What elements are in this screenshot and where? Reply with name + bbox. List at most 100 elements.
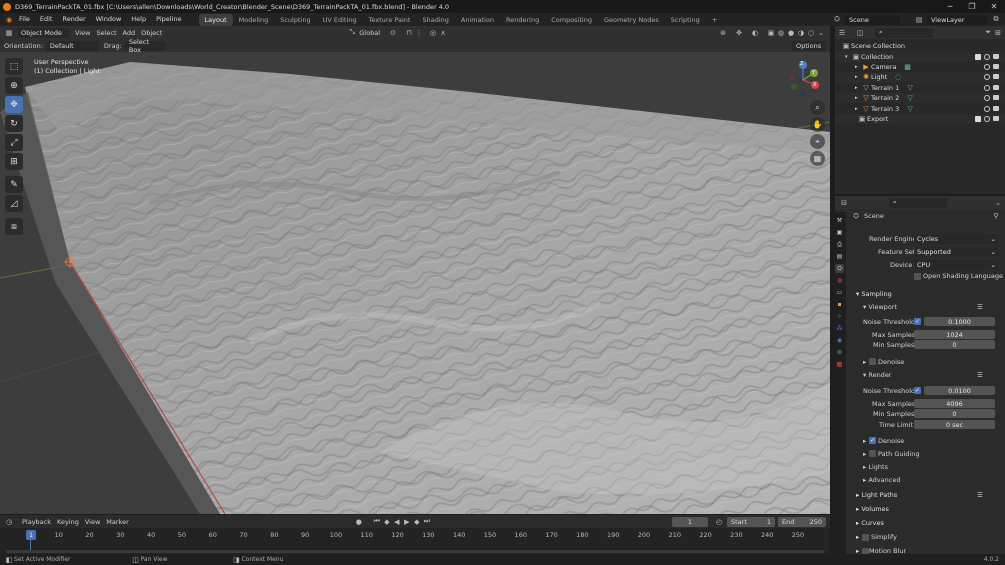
editor-type-icon[interactable]: ▦ xyxy=(4,28,14,38)
exclude-checkbox[interactable] xyxy=(975,53,981,60)
pan-hand-icon[interactable]: ✋ xyxy=(810,117,825,132)
tab-rendering[interactable]: Rendering xyxy=(500,14,545,26)
playhead[interactable]: 1 xyxy=(26,530,36,540)
light-paths-section-header[interactable]: ▸ Light Paths xyxy=(856,491,897,499)
menu-select[interactable]: Select xyxy=(96,29,116,37)
eye-icon[interactable] xyxy=(984,115,990,122)
viewport-denoise-checkbox[interactable] xyxy=(869,358,876,365)
tab-uv-editing[interactable]: UV Editing xyxy=(317,14,363,26)
eye-icon[interactable] xyxy=(984,105,990,112)
lights-subsection-header[interactable]: ▸ Lights xyxy=(863,463,888,471)
view-layer-options-icon[interactable]: ⧉ xyxy=(991,15,1001,25)
osl-checkbox[interactable] xyxy=(914,273,921,280)
render-camera-icon[interactable] xyxy=(993,63,999,69)
eye-icon[interactable] xyxy=(984,53,990,60)
advanced-subsection-header[interactable]: ▸ Advanced xyxy=(863,476,900,484)
play-icon[interactable]: ▶ xyxy=(402,517,412,527)
render-noise-threshold-checkbox[interactable]: ✓ xyxy=(914,387,921,394)
menu-view[interactable]: View xyxy=(75,29,90,37)
jump-start-icon[interactable]: ⏮ xyxy=(372,517,382,527)
eye-icon[interactable] xyxy=(984,84,990,91)
snap-icon[interactable]: ⊓ xyxy=(404,28,414,38)
outliner-row-collection[interactable]: ▾ ▣ Collection xyxy=(835,51,1005,62)
display-mode-icon[interactable]: ◫ xyxy=(855,28,865,38)
presets-list-icon[interactable]: ☰ xyxy=(977,371,983,379)
rotate-icon[interactable]: ↻ xyxy=(5,115,23,132)
measure-icon[interactable]: ◿ xyxy=(5,195,23,212)
render-min-samples-field[interactable]: 0 xyxy=(914,409,995,418)
world-tab-icon[interactable]: ◍ xyxy=(835,276,844,285)
ortho-grid-icon[interactable]: ▦ xyxy=(810,151,825,166)
view-layer-selector[interactable]: ViewLayer xyxy=(927,14,987,25)
add-workspace-button[interactable]: + xyxy=(706,14,723,26)
shading-rendered-icon[interactable]: ○ xyxy=(806,28,816,38)
output-tab-icon[interactable]: ⎙ xyxy=(835,240,844,249)
render-denoise-row[interactable]: ▸ xyxy=(863,437,866,445)
render-engine-dropdown[interactable]: Cycles ⌄ xyxy=(914,234,999,244)
render-tab-icon[interactable]: ▣ xyxy=(835,228,844,237)
visibility-icon[interactable]: ⊛ xyxy=(718,28,728,38)
transform-orientation[interactable]: Global xyxy=(359,29,380,37)
filter-icon[interactable]: ⏷ xyxy=(983,28,993,38)
tab-texture-paint[interactable]: Texture Paint xyxy=(363,14,417,26)
current-frame-field[interactable]: 1 xyxy=(672,516,708,527)
device-dropdown[interactable]: CPU ⌄ xyxy=(914,260,999,270)
outliner-row-terrain-2[interactable]: ▸ ▽ Terrain 2 ▽ xyxy=(835,92,1005,104)
exclude-checkbox[interactable] xyxy=(975,115,981,122)
3d-viewport[interactable]: User Perspective (1) Collection | Light … xyxy=(0,52,830,514)
menu-object[interactable]: Object xyxy=(141,29,162,37)
tab-scripting[interactable]: Scripting xyxy=(665,14,706,26)
timeline-keying-menu[interactable]: Keying xyxy=(57,518,79,526)
render-camera-icon[interactable] xyxy=(993,115,999,121)
cursor-icon[interactable]: ⊕ xyxy=(5,77,23,94)
tab-layout[interactable]: Layout xyxy=(198,13,233,26)
curves-section-header[interactable]: ▸ Curves xyxy=(856,519,884,527)
orientation-selector[interactable]: Default xyxy=(45,40,98,51)
simplify-section-header[interactable]: ▸ xyxy=(856,533,859,541)
clock-icon[interactable]: ◴ xyxy=(714,517,724,527)
object-tab-icon[interactable]: ▪ xyxy=(835,300,844,309)
viewport-max-samples-field[interactable]: 1024 xyxy=(914,330,995,339)
eye-icon[interactable] xyxy=(984,74,990,81)
start-frame-field[interactable]: Start 1 xyxy=(727,516,775,527)
move-icon[interactable]: ✥ xyxy=(5,96,23,113)
shading-options-icon[interactable]: ⌄ xyxy=(816,28,826,38)
record-icon[interactable]: ● xyxy=(354,517,364,527)
timeline-marker-menu[interactable]: Marker xyxy=(106,518,128,526)
gizmo-toggle-icon[interactable]: ✥ xyxy=(734,28,744,38)
timeline-view-menu[interactable]: View xyxy=(85,518,100,526)
tab-animation[interactable]: Animation xyxy=(455,14,500,26)
tab-sculpting[interactable]: Sculpting xyxy=(274,14,316,26)
eye-icon[interactable] xyxy=(984,95,990,102)
shading-solid-icon[interactable]: ● xyxy=(786,28,796,38)
menu-render[interactable]: Render xyxy=(57,13,90,26)
volumes-section-header[interactable]: ▸ Volumes xyxy=(856,505,889,513)
constraints-tab-icon[interactable]: ⊜ xyxy=(835,348,844,357)
physics-tab-icon[interactable]: ◉ xyxy=(835,336,844,345)
pin-icon[interactable]: ⚲ xyxy=(991,211,1001,221)
close-button[interactable]: ✕ xyxy=(983,0,1005,13)
view-layer-tab-icon[interactable]: ▤ xyxy=(835,252,844,261)
properties-search-input[interactable]: ⌕ xyxy=(889,197,947,208)
new-collection-icon[interactable]: ⊞ xyxy=(993,28,1003,38)
tool-tab-icon[interactable]: ⚒ xyxy=(835,216,844,225)
next-key-icon[interactable]: ◆ xyxy=(412,517,422,527)
render-camera-icon[interactable] xyxy=(993,53,999,59)
blender-menu-icon[interactable]: ◉ xyxy=(4,15,14,25)
menu-pipeline[interactable]: Pipeline xyxy=(151,13,186,26)
collection-tab-icon[interactable]: ▭ xyxy=(835,288,844,297)
drag-selector[interactable]: Select Box xyxy=(124,38,165,54)
tab-modeling[interactable]: Modeling xyxy=(233,14,275,26)
prev-key-icon[interactable]: ◆ xyxy=(382,517,392,527)
annotate-icon[interactable]: ✎ xyxy=(5,176,23,193)
outliner-row-terrain-3[interactable]: ▸ ▽ Terrain 3 ▽ xyxy=(835,103,1005,113)
shading-material-icon[interactable]: ◑ xyxy=(796,28,806,38)
render-camera-icon[interactable] xyxy=(993,84,999,90)
scene-tab-icon[interactable]: ⛭ xyxy=(835,264,844,273)
mode-selector[interactable]: Object Mode xyxy=(17,27,69,38)
tab-shading[interactable]: Shading xyxy=(416,14,454,26)
jump-end-icon[interactable]: ⏭ xyxy=(422,517,432,527)
menu-add[interactable]: Add xyxy=(123,29,136,37)
camera-view-icon[interactable]: ⌖ xyxy=(810,134,825,149)
menu-window[interactable]: Window xyxy=(91,13,127,26)
